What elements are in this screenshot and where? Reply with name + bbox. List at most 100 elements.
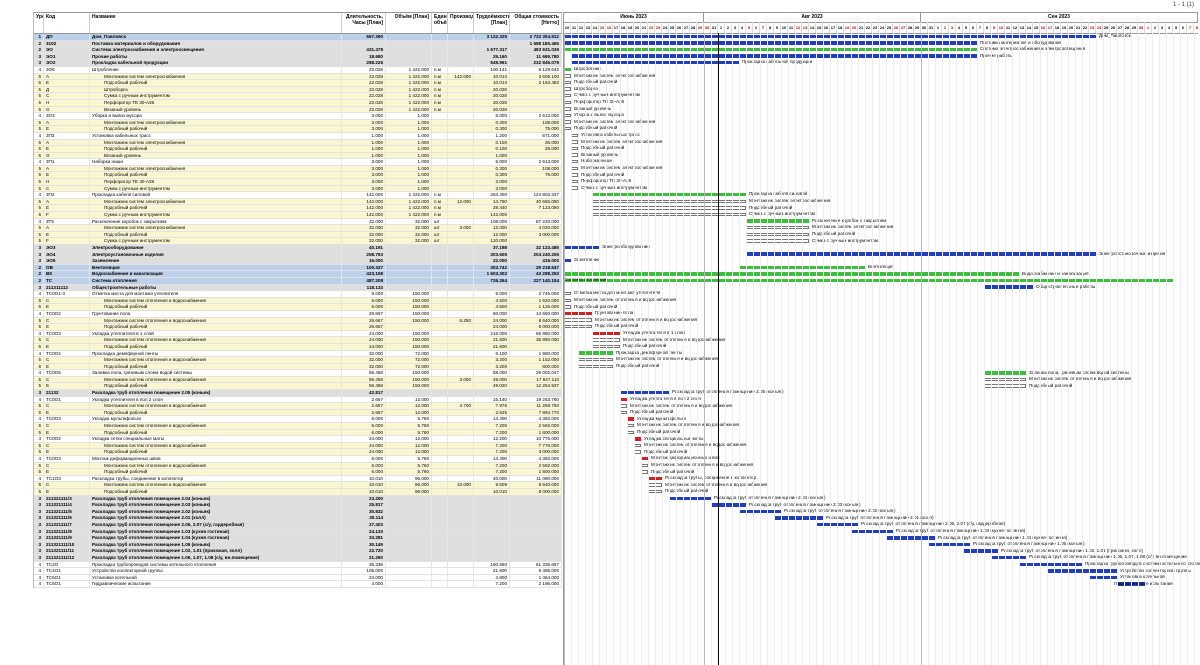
col-header-volume[interactable]: Объём [План] bbox=[386, 13, 432, 33]
table-row[interactable]: 3 211321111/5 Раскладка труб отопления пом… bbox=[34, 508, 562, 516]
gantt-bar[interactable] bbox=[564, 245, 599, 250]
table-row[interactable]: 3 ЭО5 Заземление 16.000 22.000 416.000 bbox=[34, 258, 562, 265]
gantt-bar[interactable] bbox=[564, 120, 571, 124]
table-row[interactable]: 5 С Сумка с ручным инструментом 3.000 1.000 3… bbox=[34, 185, 562, 193]
table-row[interactable]: 4 3П3 Установка кабельных трасс 1.000 1.000 1… bbox=[34, 132, 562, 140]
gantt-bar[interactable] bbox=[571, 159, 578, 164]
table-row[interactable]: 5 Е Подсобный рабочий 32.000 32.000 шт 12.000 3… bbox=[34, 231, 562, 239]
table-row[interactable]: 5 Е Подсобный рабочий 24.000 150.000 21.600 bbox=[34, 343, 562, 351]
table-row[interactable]: 3 21132 Раскладка труб отопления помещение… bbox=[34, 390, 562, 397]
table-row[interactable]: 5 С Монтажник систем отопления и водоснабж… bbox=[34, 442, 562, 450]
table-row[interactable]: 1 ДП Дом_Павловск 667.390 3 122.325 2 733 304… bbox=[34, 34, 562, 41]
table-row[interactable]: 5 G Вязаный уровень 1.000 1.000 1.000 bbox=[34, 152, 562, 160]
gantt-bar[interactable] bbox=[620, 410, 627, 415]
table-row[interactable]: 5 Е Подсобный рабочий 56.458 150.000 49.020 12… bbox=[34, 383, 562, 391]
gantt-bar[interactable] bbox=[634, 443, 641, 448]
table-row[interactable]: 5 Е Подсобный рабочий 2.667 12.000 2.626 7 894… bbox=[34, 409, 562, 417]
gantt-bar[interactable] bbox=[634, 450, 641, 454]
gantt-bar[interactable] bbox=[620, 397, 627, 402]
col-header-unit[interactable]: Единица объёма bbox=[432, 13, 448, 33]
table-row[interactable]: 3 211321111/12 Раскладка труб отопления по… bbox=[34, 554, 562, 562]
gantt-bar[interactable] bbox=[564, 291, 571, 296]
table-row[interactable]: 5 С Монтажник систем отопления и водоснабж… bbox=[34, 403, 562, 410]
table-row[interactable]: 5 Е Подсобный рабочий 22.028 1 422.000 п.м 10.… bbox=[34, 80, 562, 87]
col-header-cost[interactable]: Общая стоимость [Нетто] bbox=[510, 13, 562, 33]
table-row[interactable]: 5 Е Подсобный рабочий 142.000 1 422.000 п.м 28… bbox=[34, 205, 562, 213]
table-row[interactable]: 4 3О3 Уборка и вывоз мусора 3.000 1.000 6.000… bbox=[34, 113, 562, 120]
table-row[interactable]: 5 С Монтажник систем отопления и водоснабж… bbox=[34, 357, 562, 364]
gantt-bar[interactable] bbox=[711, 503, 746, 507]
gantt-bar[interactable] bbox=[564, 126, 571, 131]
table-row[interactable]: 5 А Монтажник систем электроснабжения 22.02… bbox=[34, 73, 562, 81]
table-row[interactable]: 3 211321111/4 Раскладка труб отопления пом… bbox=[34, 502, 562, 509]
table-row[interactable]: 5 Н Перфоратор ТЕ 30-А36 3.000 1.000 3.000 bbox=[34, 179, 562, 186]
gantt-bar[interactable] bbox=[571, 186, 578, 190]
table-row[interactable]: 2 ЭО Система электроснабжения и электроосв… bbox=[34, 47, 562, 54]
table-row[interactable]: 3 ЭО1 Прочие работы 18.680 25.160 11 695.780 bbox=[34, 53, 562, 61]
table-row[interactable]: 4 3П1 Наборка ниши 3.000 1.000 6.000 2 613.000 bbox=[34, 159, 562, 166]
table-row[interactable]: 5 Е Подсобный рабочий 26.667 24.000 6 000.000 bbox=[34, 324, 562, 331]
gantt-bar[interactable] bbox=[641, 470, 648, 474]
gantt-bar[interactable] bbox=[571, 133, 578, 138]
table-row[interactable]: 5 F Сумка с ручным инструментом 142.000 1 42… bbox=[34, 212, 562, 219]
gantt-bar[interactable] bbox=[578, 364, 613, 369]
gantt-bar[interactable] bbox=[571, 179, 578, 184]
gantt-bar[interactable] bbox=[571, 173, 578, 177]
col-header-productivity[interactable]: Производительность bbox=[448, 13, 474, 33]
table-row[interactable]: 3 211321111/6 Раскладка труб отопления пом… bbox=[34, 515, 562, 522]
table-row[interactable]: 2 ВК Водоснабжение и канализация 423.158 1 6… bbox=[34, 271, 562, 278]
table-row[interactable]: 5 А Монтажник систем электроснабжения 32.00… bbox=[34, 225, 562, 232]
table-row[interactable]: 3 211321111/8 Раскладка труб отопления пом… bbox=[34, 528, 562, 536]
gantt-bar[interactable] bbox=[564, 67, 571, 72]
table-row[interactable]: 4 ТС0О3 Укладка утеплителя в 1 слой 24.000 1… bbox=[34, 330, 562, 338]
table-row[interactable]: 5 А Монтажник систем электроснабжения 142.0… bbox=[34, 198, 562, 206]
gantt-bar[interactable] bbox=[641, 463, 648, 468]
table-row[interactable]: 4 ТС0О1-3 Отметка места для монтажа утепли… bbox=[34, 291, 562, 298]
gantt-bar[interactable] bbox=[1019, 562, 1082, 567]
gantt-bar[interactable] bbox=[564, 93, 571, 98]
table-row[interactable]: 4 ТС0О3 Монтаж деформационных швов 6.000 5.7… bbox=[34, 456, 562, 463]
table-row[interactable]: 5 Е Подсобный рабочий 24.000 12.000 7.200 3 00… bbox=[34, 449, 562, 456]
gantt-bar[interactable] bbox=[564, 47, 977, 52]
gantt-bar[interactable] bbox=[746, 219, 809, 223]
col-header-labor[interactable]: Трудоёмкость [План] bbox=[474, 13, 510, 33]
table-row[interactable]: 3 211311112 Общестроительные работы 118.133 bbox=[34, 284, 562, 292]
table-row[interactable]: 4 3О6 Штробление 22.028 1 422.000 п.м 100.141 6… bbox=[34, 66, 562, 74]
table-row[interactable]: 5 Е Подсобный рабочий 1.000 1.000 0.100 25.000 bbox=[34, 146, 562, 153]
table-row[interactable]: 4 ТС0О2 Укладка сетки специальные маты 24.0… bbox=[34, 436, 562, 443]
table-row[interactable]: 5 Е Подсобный рабочий 32.000 72.000 3.200 800.… bbox=[34, 363, 562, 371]
table-row[interactable]: 5 С Монтажник систем отопления и водоснабж… bbox=[34, 482, 562, 489]
table-row[interactable]: 5 Е Подсобный рабочий 3.000 1.000 0.300 75.000 bbox=[34, 126, 562, 133]
table-row[interactable]: 5 Н Перфоратор ТЕ 30-А36 22.028 1 422.000 п.м… bbox=[34, 99, 562, 107]
table-row[interactable]: 2 3102 Поставка материалов и оборудования 1… bbox=[34, 40, 562, 48]
col-header-name[interactable]: Название bbox=[90, 13, 342, 33]
table-row[interactable]: 5 Е Подсобный рабочий 10.010 96.000 10.010 8 0… bbox=[34, 488, 562, 496]
gantt-bar[interactable] bbox=[564, 113, 571, 118]
gantt-bar[interactable] bbox=[564, 107, 571, 111]
gantt-bar[interactable] bbox=[746, 239, 809, 243]
table-row[interactable]: 5 Е Подсобный рабочий 3.000 1.000 0.300 75.000 bbox=[34, 172, 562, 180]
gantt-bar[interactable] bbox=[564, 87, 571, 91]
table-row[interactable]: 5 А Монтажник систем электроснабжения 3.000… bbox=[34, 119, 562, 127]
table-row[interactable]: 4 3Т5 Расключение коробок с закрытием 32.00… bbox=[34, 218, 562, 226]
gantt-bar[interactable] bbox=[571, 153, 578, 157]
table-row[interactable]: 5 С Монтажник систем отопления и водоснабж… bbox=[34, 297, 562, 305]
table-row[interactable]: 4 ТС0О2 Грунтование пола 26.667 150.000 50.00… bbox=[34, 310, 562, 318]
table-row[interactable]: 4 ТС0О1 Укладка утеплителя в пол 2 слоя 2.6… bbox=[34, 396, 562, 404]
table-row[interactable]: 4 ТС0О5 Заливка пола, грязевым слоем водой… bbox=[34, 370, 562, 377]
table-row[interactable]: 5 Д Штроборез 22.028 1 422.000 п.м 20.028 bbox=[34, 86, 562, 94]
table-row[interactable]: 4 ТС0О4 Прокладка демпферной ленты 32.000 72… bbox=[34, 350, 562, 358]
gantt-bar[interactable] bbox=[564, 305, 571, 309]
table-row[interactable]: 5 С Монтажник систем отопления и водоснабж… bbox=[34, 423, 562, 430]
gantt-bar[interactable] bbox=[620, 404, 627, 408]
table-row[interactable]: 4 ТС6О1 Гидравлические испытания 4.000 7.200… bbox=[34, 581, 562, 588]
gantt-bar[interactable] bbox=[627, 430, 634, 435]
table-row[interactable]: 3 ЭО4 Электроустановочные изделия 258.793 30… bbox=[34, 251, 562, 259]
gantt-bar[interactable] bbox=[564, 298, 571, 303]
gantt-bar[interactable] bbox=[564, 80, 571, 85]
table-row[interactable]: 5 Е Подсобный рабочий 6.000 5.760 7.200 1 800.… bbox=[34, 429, 562, 437]
table-row[interactable]: 5 F Сумка с ручным инструментом 32.000 32.00… bbox=[34, 238, 562, 245]
gantt-bar[interactable] bbox=[564, 100, 571, 105]
table-row[interactable]: 2 ТС Система отопления 487.208 726.264 227 14… bbox=[34, 277, 562, 285]
table-row[interactable]: 5 Е Подсобный рабочий 6.000 5.760 7.200 1 800.… bbox=[34, 469, 562, 476]
